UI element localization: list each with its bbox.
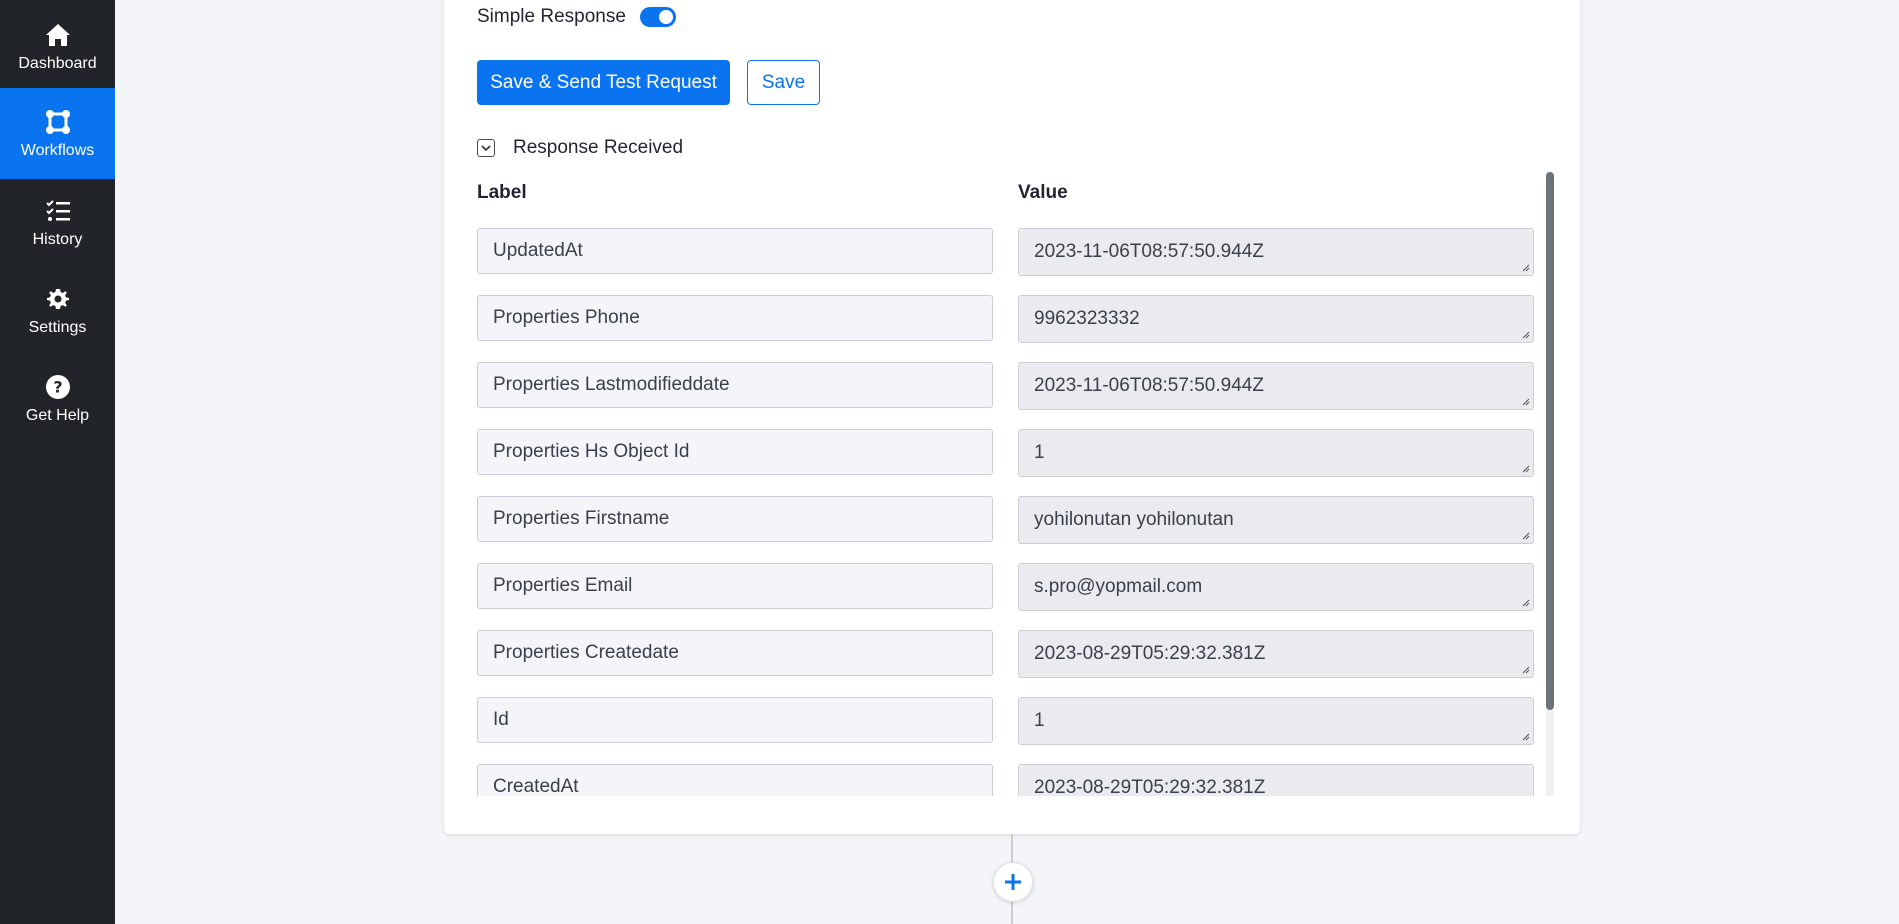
field-value-text: 1 <box>1034 442 1045 463</box>
response-field-row: Id 1 <box>477 689 1534 745</box>
history-icon <box>44 197 72 225</box>
field-label-input[interactable]: Id <box>477 697 993 743</box>
home-icon <box>44 21 72 49</box>
field-label-input[interactable]: Properties Phone <box>477 295 993 341</box>
svg-text:?: ? <box>53 378 62 397</box>
simple-response-label: Simple Response <box>477 6 626 27</box>
simple-response-row: Simple Response <box>477 6 676 28</box>
sidebar-item-settings[interactable]: Settings <box>0 267 115 355</box>
gear-icon <box>44 285 72 313</box>
response-fields-list: UpdatedAt 2023-11-06T08:57:50.944Z Propert… <box>477 220 1555 796</box>
field-value-textarea[interactable]: 2023-11-06T08:57:50.944Z <box>1018 362 1534 410</box>
save-button[interactable]: Save <box>747 60 820 105</box>
field-value-textarea[interactable]: 9962323332 <box>1018 295 1534 343</box>
response-received-toggle[interactable]: Response Received <box>477 137 683 159</box>
workflows-icon <box>44 108 72 136</box>
resize-grip-icon[interactable] <box>1522 666 1530 674</box>
resize-grip-icon[interactable] <box>1522 599 1530 607</box>
field-label-input[interactable]: Properties Lastmodifieddate <box>477 362 993 408</box>
field-value-textarea[interactable]: 1 <box>1018 429 1534 477</box>
toggle-knob <box>658 10 673 24</box>
value-column-header: Value <box>1018 182 1068 203</box>
response-field-row: CreatedAt 2023-08-29T05:29:32.381Z <box>477 756 1534 796</box>
field-value-text: 9962323332 <box>1034 308 1140 329</box>
response-field-row: Properties Email s.pro@yopmail.com <box>477 555 1534 611</box>
chevron-down-icon <box>477 139 495 157</box>
simple-response-toggle[interactable] <box>639 7 676 27</box>
sidebar-item-label: Get Help <box>25 407 90 424</box>
field-value-textarea[interactable]: 2023-08-29T05:29:32.381Z <box>1018 630 1534 678</box>
help-icon: ? <box>44 373 72 401</box>
field-label-input[interactable]: CreatedAt <box>477 764 993 796</box>
field-value-text: 2023-11-06T08:57:50.944Z <box>1034 375 1264 396</box>
resize-grip-icon[interactable] <box>1522 264 1530 272</box>
response-received-label: Response Received <box>513 137 684 158</box>
sidebar-item-label: History <box>32 231 83 248</box>
resize-grip-icon[interactable] <box>1522 532 1530 540</box>
field-value-textarea[interactable]: 2023-11-06T08:57:50.944Z <box>1018 228 1534 276</box>
sidebar-item-history[interactable]: History <box>0 179 115 267</box>
field-value-text: 2023-11-06T08:57:50.944Z <box>1034 241 1264 262</box>
response-field-row: Properties Createdate 2023-08-29T05:29:32… <box>477 622 1534 678</box>
field-label-input[interactable]: Properties Firstname <box>477 496 993 542</box>
resize-grip-icon[interactable] <box>1522 398 1530 406</box>
sidebar-item-label: Workflows <box>20 141 95 159</box>
field-value-textarea[interactable]: s.pro@yopmail.com <box>1018 563 1534 611</box>
field-value-textarea[interactable]: 1 <box>1018 697 1534 745</box>
resize-grip-icon[interactable] <box>1522 331 1530 339</box>
add-step-button[interactable] <box>993 862 1033 902</box>
field-value-text: 2023-08-29T05:29:32.381Z <box>1034 777 1266 796</box>
response-field-row: Properties Phone 9962323332 <box>477 287 1534 343</box>
field-label-input[interactable]: Properties Email <box>477 563 993 609</box>
field-label-input[interactable]: UpdatedAt <box>477 228 993 274</box>
sidebar-item-label: Settings <box>28 319 87 336</box>
field-value-textarea[interactable]: 2023-08-29T05:29:32.381Z <box>1018 764 1534 796</box>
response-field-row: Properties Lastmodifieddate 2023-11-06T08… <box>477 354 1534 410</box>
save-send-test-request-button[interactable]: Save & Send Test Request <box>477 60 730 105</box>
scrollbar-thumb[interactable] <box>1546 172 1554 710</box>
label-column-header: Label <box>477 182 527 203</box>
field-label-input[interactable]: Properties Hs Object Id <box>477 429 993 475</box>
response-field-row: UpdatedAt 2023-11-06T08:57:50.944Z <box>477 220 1534 276</box>
field-value-text: 1 <box>1034 710 1045 731</box>
sidebar-item-label: Dashboard <box>18 55 97 72</box>
sidebar-item-get-help[interactable]: ? Get Help <box>0 355 115 443</box>
field-label-input[interactable]: Properties Createdate <box>477 630 993 676</box>
field-value-text: 2023-08-29T05:29:32.381Z <box>1034 643 1266 664</box>
sidebar-item-workflows[interactable]: Workflows <box>0 88 115 179</box>
field-value-text: s.pro@yopmail.com <box>1034 576 1203 597</box>
resize-grip-icon[interactable] <box>1522 733 1530 741</box>
response-field-row: Properties Hs Object Id 1 <box>477 421 1534 477</box>
plus-icon <box>1005 874 1021 890</box>
resize-grip-icon[interactable] <box>1522 465 1530 473</box>
sidebar: Dashboard Workflows History Settings ? G… <box>0 0 115 924</box>
sidebar-item-dashboard[interactable]: Dashboard <box>0 0 115 88</box>
field-value-textarea[interactable]: yohilonutan yohilonutan <box>1018 496 1534 544</box>
field-value-text: yohilonutan yohilonutan <box>1034 509 1234 530</box>
response-field-row: Properties Firstname yohilonutan yohilonu… <box>477 488 1534 544</box>
